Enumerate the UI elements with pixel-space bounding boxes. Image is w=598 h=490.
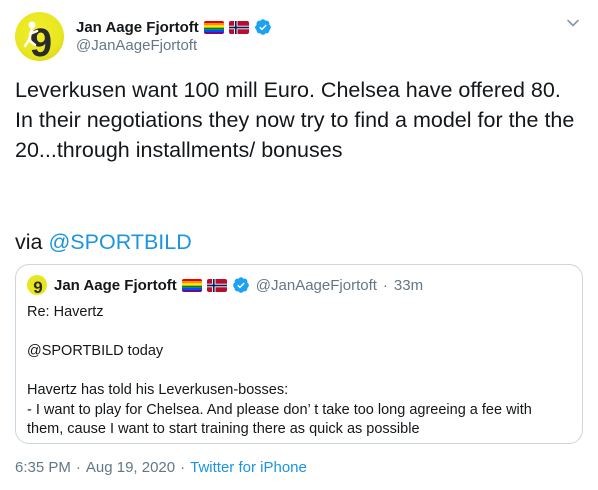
quoted-tweet-header: 9 Jan Aage Fjortoft @JanAageFjortoft · 3…	[27, 275, 423, 295]
quoted-tweet[interactable]: 9 Jan Aage Fjortoft @JanAageFjortoft · 3…	[15, 264, 583, 444]
author-handle[interactable]: @JanAageFjortoft	[76, 37, 197, 54]
svg-text:9: 9	[33, 278, 42, 295]
rainbow-flag-icon	[203, 20, 224, 34]
norway-flag-icon	[228, 20, 249, 34]
norway-flag-icon	[206, 278, 227, 292]
author-name-row: Jan Aage Fjortoft	[76, 17, 272, 37]
separator-dot: ·	[75, 459, 81, 476]
tweet-text: Leverkusen want 100 mill Euro. Chelsea h…	[15, 78, 575, 162]
quoted-tweet-text: Re: Havertz @SPORTBILD today Havertz has…	[27, 303, 572, 440]
tweet-footer: 6:35 PM · Aug 19, 2020 · Twitter for iPh…	[15, 459, 307, 476]
quoted-timestamp: 33m	[393, 276, 424, 294]
rainbow-flag-icon	[181, 278, 202, 292]
quoted-line: - I want to play for Chelsea. And please…	[27, 401, 532, 438]
tweet-header: 9 Jan Aage Fjortoft @JanAageFjortoft	[15, 12, 583, 62]
tweet-date[interactable]: Aug 19, 2020	[86, 459, 175, 476]
avatar[interactable]: 9	[15, 12, 64, 61]
tweet-time[interactable]: 6:35 PM	[15, 459, 71, 476]
quoted-avatar: 9	[27, 275, 47, 295]
avatar-logo-icon: 9	[23, 21, 52, 61]
verified-badge-icon	[254, 18, 272, 36]
author-name[interactable]: Jan Aage Fjortoft	[76, 19, 199, 36]
separator-dot: ·	[180, 459, 186, 476]
quoted-line: Re: Havertz	[27, 304, 104, 320]
chevron-down-icon[interactable]	[565, 15, 581, 31]
quoted-author-name: Jan Aage Fjortoft	[54, 276, 177, 294]
quoted-line: Havertz has told his Leverkusen-bosses:	[27, 382, 289, 398]
via-line: via @SPORTBILD	[15, 227, 192, 257]
tweet-source-link[interactable]: Twitter for iPhone	[190, 459, 307, 476]
quoted-author-handle: @JanAageFjortoft	[255, 276, 377, 294]
mention-link[interactable]: @SPORTBILD	[48, 230, 191, 254]
separator-dot: ·	[382, 276, 388, 294]
via-label: via	[15, 230, 43, 254]
verified-badge-icon	[232, 276, 250, 294]
quoted-line: @SPORTBILD today	[27, 343, 164, 359]
quoted-avatar-logo-icon: 9	[33, 278, 42, 295]
